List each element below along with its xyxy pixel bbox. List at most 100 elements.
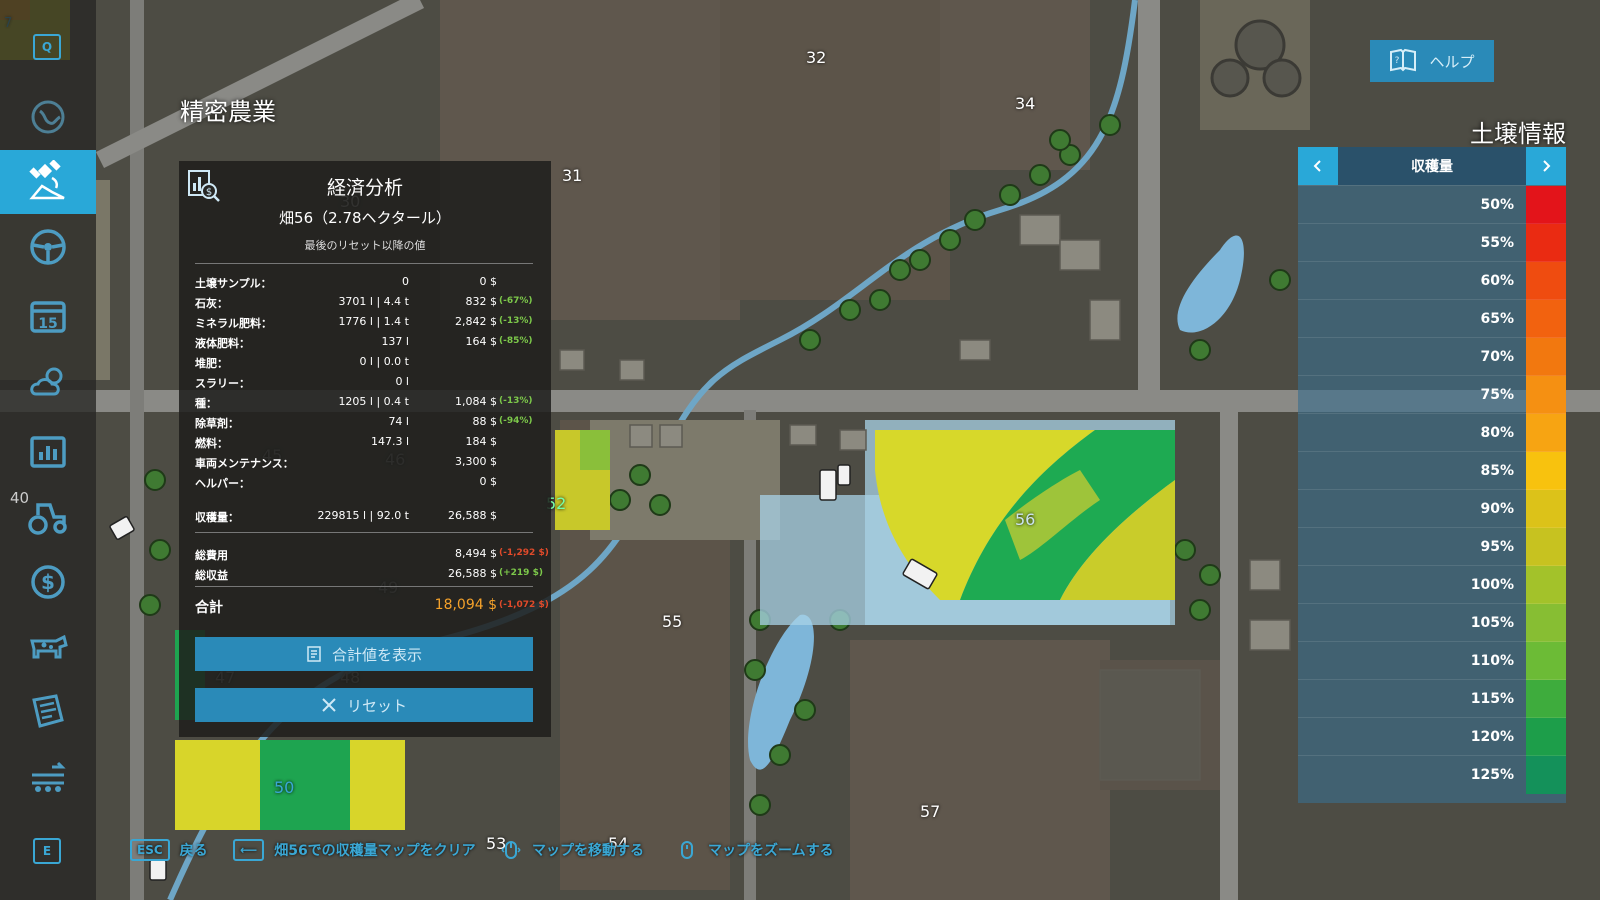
- satellite-field-icon: [29, 160, 65, 200]
- row-amount: 147.3 l: [370, 435, 409, 448]
- back-hint[interactable]: ESC 戻る: [130, 836, 208, 864]
- move-label: マップを移動する: [532, 843, 644, 859]
- legend-row: 60%: [1298, 261, 1566, 300]
- row-price: 832 $: [465, 295, 498, 308]
- sidebar-item-contracts[interactable]: [0, 680, 96, 744]
- legend-swatch: [1526, 262, 1566, 300]
- selected-layer-label: 収穫量: [1411, 159, 1453, 175]
- row-label: 総費用: [195, 549, 228, 562]
- mouse-scroll-icon: [681, 841, 693, 859]
- row-price: 164 $: [465, 335, 498, 348]
- cost-row-mineral-fertilizer: ミネラル肥料： 1776 l | 1.4 t 2,842 $ (-13%): [195, 313, 533, 331]
- row-label: 合計: [195, 600, 223, 616]
- sidebar-item-calendar[interactable]: 15: [0, 285, 96, 349]
- row-change: (-85%): [499, 336, 533, 346]
- production-icon: [32, 761, 66, 792]
- row-change: (-1,072 $): [499, 600, 549, 610]
- sidebar-item-vehicles[interactable]: 40: [0, 485, 96, 549]
- field-number: 55: [662, 612, 683, 631]
- sidebar-item-production[interactable]: [0, 745, 96, 809]
- row-price: 8,494 $: [455, 547, 497, 560]
- help-button[interactable]: ? ヘルプ: [1370, 40, 1494, 82]
- panel-title: 経済分析: [326, 177, 403, 199]
- tractor-icon: [28, 503, 67, 535]
- row-label: 液体肥料：: [195, 337, 250, 350]
- row-price: 88 $: [472, 415, 498, 428]
- legend-row: 105%: [1298, 603, 1566, 642]
- row-label: 石灰：: [195, 297, 228, 310]
- row-price: 0 $: [479, 275, 498, 288]
- legend-swatch: [1526, 414, 1566, 452]
- zoom-label: マップをズームする: [708, 843, 834, 859]
- show-totals-button[interactable]: 合計値を表示: [195, 637, 533, 671]
- page-title: 精密農業: [180, 98, 276, 126]
- field-number: 57: [920, 802, 941, 821]
- row-price: 26,588 $: [448, 509, 497, 522]
- cost-row-helper: ヘルパー： 0 $: [195, 473, 533, 491]
- layer-selector: 収穫量: [1298, 147, 1566, 185]
- legend-label: 100%: [1470, 577, 1514, 593]
- row-label: 燃料：: [195, 437, 228, 450]
- sidebar-item-statistics[interactable]: [0, 420, 96, 484]
- legend-swatch: [1526, 490, 1566, 528]
- total-revenue-row: 総収益 26,588 $ (+219 $): [195, 565, 543, 583]
- next-page-key[interactable]: E: [33, 838, 61, 864]
- legend-label: 115%: [1470, 691, 1514, 707]
- clear-yield-map-hint[interactable]: ⟵ 畑56での収穫量マップをクリア: [233, 836, 476, 864]
- dollar-icon: $: [31, 565, 65, 599]
- legend-swatch: [1526, 376, 1566, 414]
- sidebar-item-finances[interactable]: $: [0, 550, 96, 614]
- row-change: (-1,292 $): [499, 548, 549, 558]
- reset-button[interactable]: リセット: [195, 688, 533, 722]
- sidebar-item-precision-farming[interactable]: [0, 150, 96, 214]
- row-change: (-94%): [499, 416, 533, 426]
- row-amount: 0 l | 0.0 t: [359, 355, 409, 368]
- prev-layer-button[interactable]: [1298, 147, 1338, 185]
- field-number: 56: [1015, 510, 1036, 529]
- legend-swatch: [1526, 604, 1566, 642]
- row-amount: 0: [402, 275, 409, 288]
- row-amount: 1776 l | 1.4 t: [338, 315, 409, 328]
- weather-icon: [30, 367, 63, 396]
- mouse-move-icon: [501, 841, 521, 859]
- legend-row: 115%: [1298, 679, 1566, 718]
- chevron-left-icon: [1313, 160, 1321, 172]
- legend-label: 80%: [1480, 425, 1514, 441]
- sidebar-item-weather[interactable]: [0, 350, 96, 414]
- legend-label: 50%: [1480, 197, 1514, 213]
- vehicle-count: 40: [10, 489, 30, 507]
- legend-row: 110%: [1298, 641, 1566, 680]
- total-row: 合計 18,094 $ (-1,072 $): [195, 597, 549, 616]
- zoom-map-hint[interactable]: マップをズームする: [676, 836, 834, 864]
- row-label: 収穫量：: [195, 511, 239, 524]
- legend-swatch: [1526, 300, 1566, 338]
- legend-label: 75%: [1480, 387, 1514, 403]
- next-layer-button[interactable]: [1526, 147, 1566, 185]
- cost-row-herbicide: 除草剤： 74 l 88 $ (-94%): [195, 413, 533, 431]
- legend-row: 80%: [1298, 413, 1566, 452]
- row-label: スラリー：: [195, 377, 250, 390]
- row-label: 車両メンテナンス：: [195, 457, 294, 470]
- economic-analysis-panel: $ 経済分析 畑56（2.78ヘクタール） 最後のリセット以降の値 土壌サンプル…: [179, 161, 551, 737]
- sidebar-item-map-overview[interactable]: [0, 85, 96, 149]
- sidebar-item-vehicles-control[interactable]: [0, 215, 96, 279]
- prev-page-key[interactable]: Q: [33, 34, 61, 60]
- legend-row: 65%: [1298, 299, 1566, 338]
- show-totals-label: 合計値を表示: [331, 645, 422, 664]
- move-map-hint[interactable]: マップを移動する: [500, 836, 644, 864]
- legend-row: 55%: [1298, 223, 1566, 262]
- row-label: 堆肥：: [195, 357, 228, 370]
- row-amount: 74 l: [388, 415, 409, 428]
- legend-label: 105%: [1470, 615, 1514, 631]
- row-label: ミネラル肥料：: [195, 317, 272, 330]
- cost-row-lime: 石灰： 3701 l | 4.4 t 832 $ (-67%): [195, 293, 533, 311]
- help-book-icon: ?: [1390, 48, 1417, 72]
- legend-label: 60%: [1480, 273, 1514, 289]
- back-label: 戻る: [179, 843, 208, 859]
- sidebar-item-animals[interactable]: [0, 615, 96, 679]
- cost-row-liquid-fertilizer: 液体肥料： 137 l 164 $ (-85%): [195, 333, 533, 351]
- list-icon: [307, 646, 321, 662]
- legend-swatch: [1526, 186, 1566, 224]
- cost-row-soil-samples: 土壌サンプル： 0 0 $: [195, 273, 533, 291]
- legend-row: 100%: [1298, 565, 1566, 604]
